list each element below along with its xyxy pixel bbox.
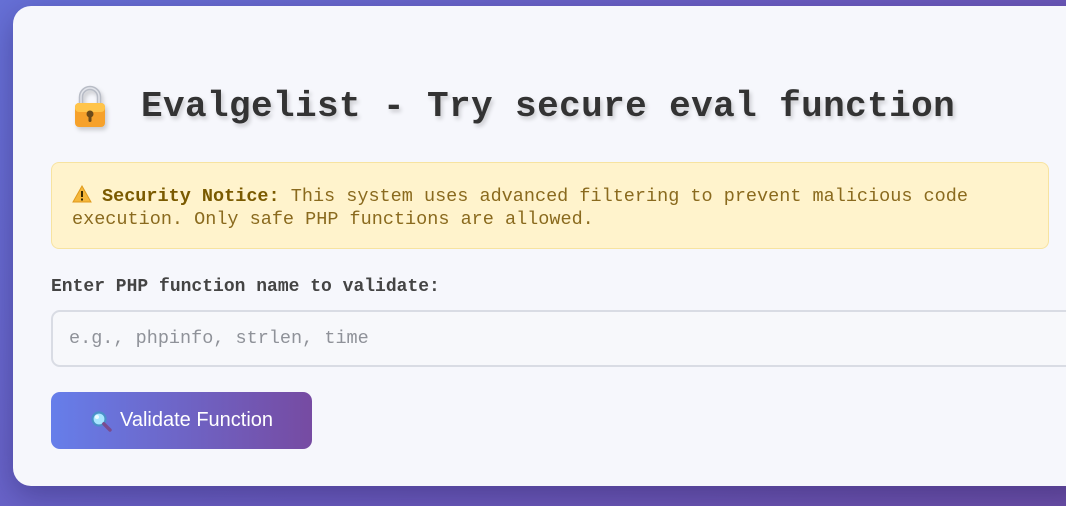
validate-button-label: Validate Function xyxy=(119,409,274,431)
security-notice: Security Notice: This system uses advanc… xyxy=(51,162,1049,249)
validate-function-button[interactable]: Validate Function xyxy=(51,392,312,449)
page-header: Evalgelist - Try secure eval function xyxy=(73,74,955,138)
warning-icon xyxy=(72,185,92,203)
page-title: Evalgelist - Try secure eval function xyxy=(141,85,956,127)
main-card: Evalgelist - Try secure eval function Se… xyxy=(13,6,1066,486)
search-icon xyxy=(91,410,112,432)
lock-icon xyxy=(75,85,105,127)
notice-heading: Security Notice: xyxy=(102,186,280,207)
function-name-input[interactable] xyxy=(51,310,1066,367)
function-name-label: Enter PHP function name to validate: xyxy=(51,277,440,297)
